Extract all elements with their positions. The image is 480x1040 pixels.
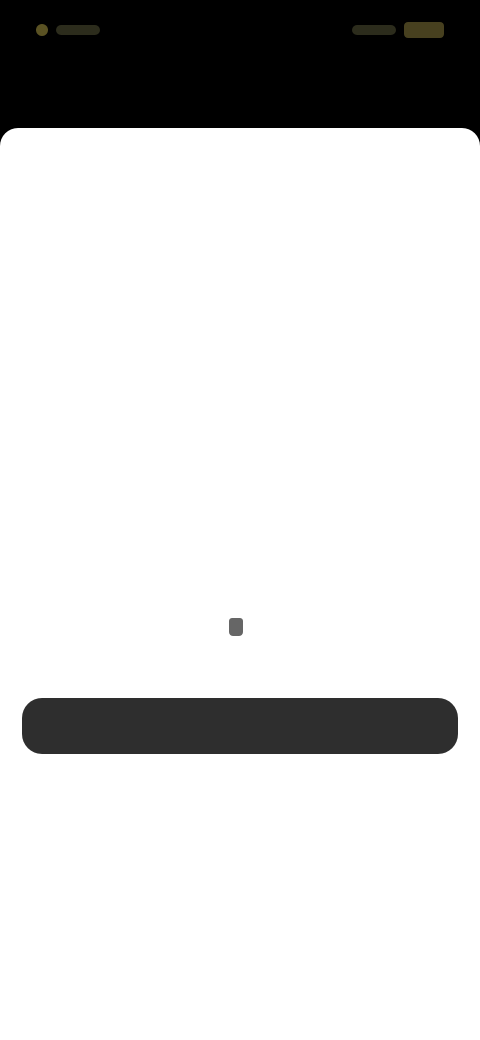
primary-action-button[interactable]	[22, 698, 458, 754]
status-right-label	[352, 25, 396, 35]
status-left-label	[56, 25, 100, 35]
status-left	[36, 24, 100, 36]
sheet-footer-note	[0, 618, 480, 636]
battery-icon	[404, 22, 444, 38]
bottom-sheet	[0, 128, 480, 1040]
lock-icon	[229, 618, 243, 636]
status-right	[352, 22, 444, 38]
status-dot-icon	[36, 24, 48, 36]
status-bar	[0, 0, 480, 60]
